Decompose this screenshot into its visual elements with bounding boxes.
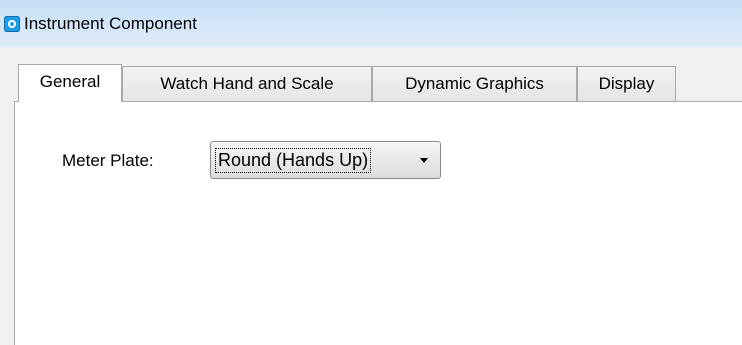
tab-page-general: [14, 101, 742, 345]
app-icon: [4, 16, 20, 32]
window-title: Instrument Component: [24, 14, 197, 33]
tab-display[interactable]: Display: [577, 66, 676, 101]
title-bar: Instrument Component: [0, 0, 742, 47]
tab-dynamic-graphics[interactable]: Dynamic Graphics: [372, 66, 577, 101]
instrument-component-window: Instrument Component General Watch Hand …: [0, 0, 742, 345]
meter-plate-selected-value: Round (Hands Up): [215, 148, 372, 173]
meter-plate-dropdown[interactable]: Round (Hands Up): [210, 141, 441, 179]
tab-watch-hand-and-scale[interactable]: Watch Hand and Scale: [122, 66, 372, 101]
dropdown-arrow-icon[interactable]: [420, 158, 428, 163]
tab-general[interactable]: General: [18, 64, 122, 102]
meter-plate-label: Meter Plate:: [62, 151, 154, 170]
